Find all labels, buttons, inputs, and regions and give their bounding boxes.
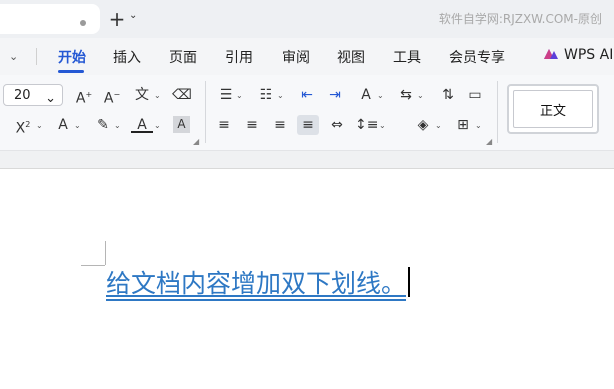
divider [36, 48, 37, 65]
font-size-value: 20 [14, 88, 31, 103]
chevron-down-icon[interactable]: ⌄ [154, 91, 161, 100]
sort-icon[interactable]: ⇅ [437, 85, 459, 105]
watermark-text: 软件自学网:RJZXW.COM-原创 [438, 12, 602, 26]
align-center-icon[interactable]: ≡ [241, 115, 263, 135]
chevron-down-icon[interactable]: ⌄ [277, 91, 284, 100]
collapse-chevron-icon[interactable]: ⌄ [9, 50, 18, 63]
tab-view[interactable]: 视图 [337, 47, 365, 67]
margin-corner-mark [81, 265, 105, 266]
unsaved-dot-icon [80, 20, 86, 26]
decrease-indent-icon[interactable]: ⇤ [296, 85, 318, 105]
tab-references[interactable]: 引用 [225, 47, 253, 67]
paragraph-dialog-launcher-icon[interactable]: ◢ [486, 137, 492, 146]
shrink-font-icon[interactable]: A− [101, 85, 123, 107]
chevron-down-icon[interactable]: ⌄ [129, 10, 137, 21]
style-normal[interactable]: 正文 [507, 84, 599, 134]
menu-bar: ⌄ 开始 插入 页面 引用 审阅 视图 工具 会员专享 WPS AI [0, 38, 614, 75]
title-bar: + ⌄ 软件自学网:RJZXW.COM-原创 [0, 0, 614, 38]
document-tab[interactable] [0, 4, 100, 34]
document-paragraph[interactable]: 给文档内容增加双下划线。 [106, 267, 411, 301]
chevron-down-icon[interactable]: ⌄ [379, 121, 386, 130]
divider [205, 81, 206, 143]
highlight-icon[interactable]: ✎ [92, 115, 114, 135]
grow-font-icon[interactable]: A+ [73, 85, 95, 107]
shading-icon[interactable]: ◈ [412, 115, 434, 135]
document-top-gutter [0, 150, 614, 168]
new-tab-button[interactable]: + [106, 8, 128, 30]
wps-ai-button[interactable]: WPS AI [543, 47, 613, 63]
font-dialog-launcher-icon[interactable]: ◢ [193, 137, 199, 146]
chevron-down-icon[interactable]: ⌄ [114, 121, 121, 130]
borders-icon[interactable]: ⊞ [452, 115, 474, 135]
superscript-icon[interactable]: X2 [12, 115, 34, 137]
text-direction-icon[interactable]: ⇆ [395, 85, 417, 105]
tab-page[interactable]: 页面 [169, 47, 197, 67]
active-tab-indicator [58, 70, 84, 73]
increase-indent-icon[interactable]: ⇥ [324, 85, 346, 105]
margin-corner-mark [105, 241, 106, 265]
align-right-icon[interactable]: ≡ [269, 115, 291, 135]
chevron-down-icon[interactable]: ⌄ [236, 91, 243, 100]
text-cursor [408, 267, 411, 297]
align-left-icon[interactable]: ≡ [213, 115, 235, 135]
tab-insert[interactable]: 插入 [113, 47, 141, 67]
chevron-down-icon[interactable]: ⌄ [377, 91, 384, 100]
tab-member[interactable]: 会员专享 [449, 47, 505, 67]
style-normal-label: 正文 [539, 104, 566, 119]
clear-format-icon[interactable]: ⌫ [171, 85, 193, 105]
chevron-down-icon[interactable]: ⌄ [154, 121, 161, 130]
show-marks-icon[interactable]: ▭ [464, 85, 486, 105]
text-effect-icon[interactable]: A [52, 115, 74, 135]
tab-tools[interactable]: 工具 [393, 47, 421, 67]
tab-review[interactable]: 审阅 [282, 47, 310, 67]
line-spacing-icon[interactable]: ↕≡ [355, 115, 378, 135]
chevron-down-icon[interactable]: ⌄ [435, 121, 442, 130]
chevron-down-icon[interactable]: ⌄ [475, 121, 482, 130]
numbering-icon[interactable]: ☷ [255, 85, 277, 105]
font-color-icon[interactable]: A [131, 115, 153, 133]
font-size-select[interactable]: 20 ⌄ [3, 84, 63, 106]
ribbon-home: 20 ⌄ A+ A− 文 ⌄ ⌫ X2 ⌄ A ⌄ ✎ ⌄ A ⌄ A ◢ ☰ … [0, 75, 614, 150]
phonetic-guide-icon[interactable]: 文 [131, 85, 153, 105]
char-spacing-icon[interactable]: A [355, 85, 377, 105]
chevron-down-icon: ⌄ [45, 91, 56, 106]
wps-ai-label: WPS AI [564, 47, 614, 63]
chevron-down-icon[interactable]: ⌄ [36, 121, 43, 130]
tab-home[interactable]: 开始 [58, 47, 86, 67]
char-shading-icon[interactable]: A [173, 116, 190, 133]
wps-ai-logo-icon [544, 49, 558, 59]
justify-icon[interactable]: ≡ [297, 115, 319, 135]
chevron-down-icon[interactable]: ⌄ [74, 121, 81, 130]
divider [497, 81, 498, 143]
chevron-down-icon[interactable]: ⌄ [417, 91, 424, 100]
document-text[interactable]: 给文档内容增加双下划线。 [106, 269, 406, 298]
bullets-icon[interactable]: ☰ [215, 85, 237, 105]
distributed-icon[interactable]: ⇔ [326, 115, 348, 135]
